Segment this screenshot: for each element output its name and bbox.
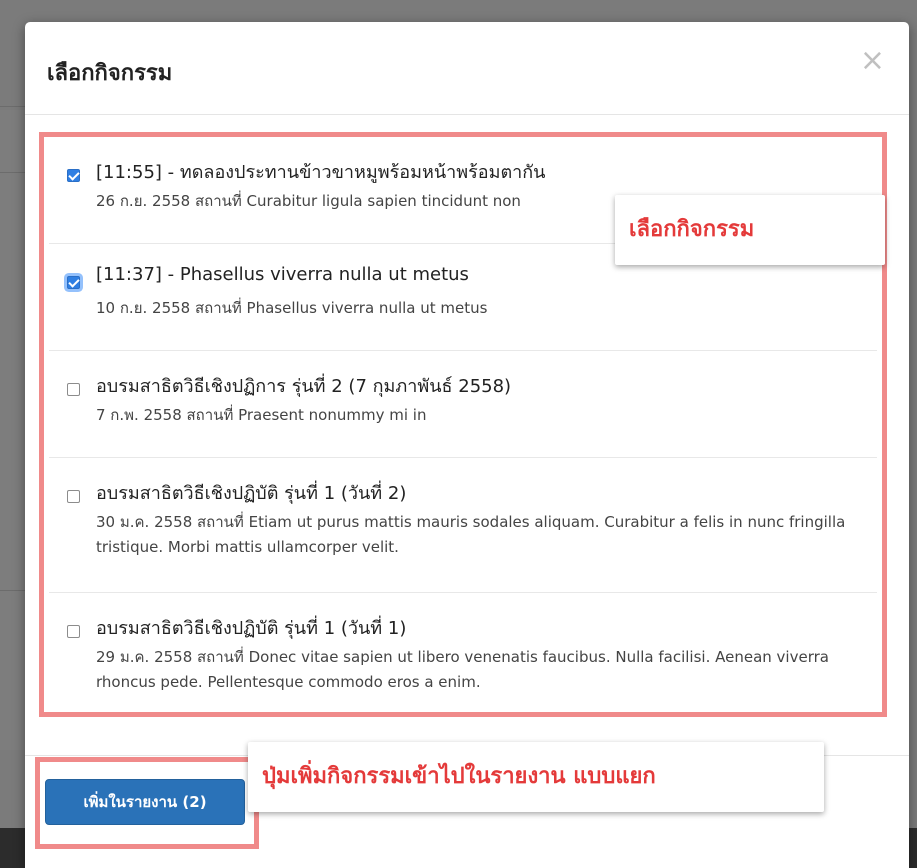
activity-title: [11:37] - Phasellus viverra nulla ut met… bbox=[96, 264, 469, 285]
activity-title: [11:55] - ทดลองประทานข้าวขาหมูพร้อมหน้าพ… bbox=[96, 162, 546, 183]
activity-detail: 10 ก.ย. 2558 สถานที่ Phasellus viverra n… bbox=[96, 299, 488, 317]
background-divider bbox=[0, 172, 25, 173]
activity-item[interactable]: อบรมสาธิตวิธีเชิงปฏิบัติ รุ่นที่ 1 (วันท… bbox=[49, 458, 877, 593]
add-to-report-button[interactable]: เพิ่มในรายงาน (2) bbox=[45, 779, 245, 825]
close-button[interactable]: × bbox=[860, 46, 885, 76]
select-activity-callout: เลือกกิจกรรม bbox=[615, 195, 885, 265]
background-divider bbox=[0, 590, 25, 591]
modal-title: เลือกกิจกรรม bbox=[47, 61, 173, 86]
activity-checkbox[interactable] bbox=[67, 625, 80, 638]
activity-title: อบรมสาธิตวิธีเชิงปฏิบัติ รุ่นที่ 1 (วันท… bbox=[96, 618, 407, 639]
activity-detail: 29 ม.ค. 2558 สถานที่ Donec vitae sapien … bbox=[96, 648, 829, 691]
activity-checkbox[interactable] bbox=[67, 490, 80, 503]
activity-title: อบรมสาธิตวิธีเชิงปฏิการ รุ่นที่ 2 (7 กุม… bbox=[96, 376, 512, 397]
activity-item[interactable]: อบรมสาธิตวิธีเชิงปฏิการ รุ่นที่ 2 (7 กุม… bbox=[49, 351, 877, 458]
add-button-callout: ปุ่มเพิ่มกิจกรรมเข้าไปในรายงาน แบบแยก bbox=[248, 742, 824, 812]
activity-checkbox[interactable] bbox=[67, 169, 80, 182]
background-photo bbox=[0, 828, 25, 868]
activity-item[interactable]: อบรมสาธิตวิธีเชิงปฏิบัติ รุ่นที่ 1 (วันท… bbox=[49, 593, 877, 713]
activity-detail: 7 ก.พ. 2558 สถานที่ Praesent nonummy mi … bbox=[96, 406, 427, 424]
activity-title: อบรมสาธิตวิธีเชิงปฏิบัติ รุ่นที่ 1 (วันท… bbox=[96, 483, 407, 504]
activity-checkbox[interactable] bbox=[67, 276, 80, 289]
activity-checkbox[interactable] bbox=[67, 383, 80, 396]
activity-detail: 30 ม.ค. 2558 สถานที่ Etiam ut purus matt… bbox=[96, 513, 846, 556]
background-divider bbox=[0, 106, 25, 107]
modal-header: เลือกกิจกรรม × bbox=[25, 22, 909, 115]
